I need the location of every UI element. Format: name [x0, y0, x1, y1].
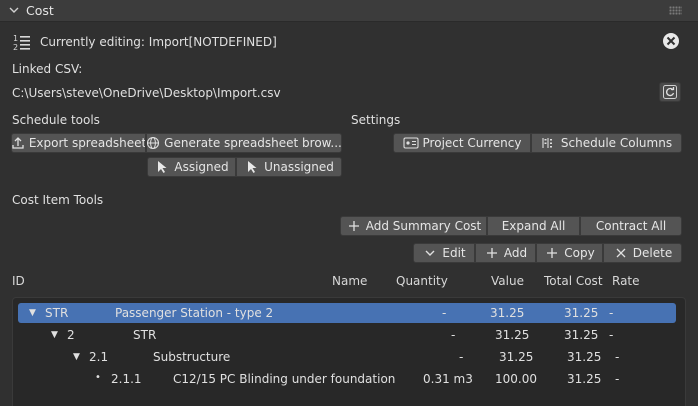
add-label: Add [503, 246, 528, 260]
svg-text:1: 1 [13, 34, 18, 43]
expand-arrow-icon[interactable]: ▼ [73, 352, 80, 362]
leaf-bullet-icon: • [95, 372, 101, 383]
row-value: 31.25 [490, 306, 525, 320]
cursor-icon [154, 160, 170, 174]
row-value: 100.00 [495, 372, 537, 386]
panel-header[interactable]: Cost [0, 0, 698, 22]
add-button[interactable]: Add [475, 243, 536, 263]
column-header-name: Name [332, 274, 368, 288]
row-id: 2.1 [89, 350, 109, 364]
row-quantity: 0.31 m3 [423, 372, 473, 386]
table-row[interactable]: ▼ 2 STR - 31.25 31.25 - [18, 325, 676, 345]
table-row[interactable]: ▼ 2.1 Substructure - 31.25 31.25 - [18, 347, 676, 367]
edit-chevron-icon [422, 246, 438, 260]
row-name: C12/15 PC Blinding under foundation [173, 372, 396, 386]
delete-button[interactable]: Delete [603, 243, 682, 263]
project-currency-button[interactable]: Project Currency [393, 133, 531, 153]
x-icon [613, 246, 629, 260]
settings-label: Settings [351, 113, 401, 127]
row-id: 2 [67, 328, 75, 342]
cost-item-tools-label: Cost Item Tools [12, 193, 104, 207]
generate-spreadsheet-label: Generate spreadsheet brow... [164, 136, 342, 150]
close-icon [663, 33, 679, 49]
export-icon [12, 136, 25, 150]
edit-label: Edit [442, 246, 466, 260]
row-rate: - [615, 372, 620, 386]
globe-icon [147, 136, 160, 150]
table-row[interactable]: • 2.1.1 C12/15 PC Blinding under foundat… [18, 369, 676, 389]
currency-icon [402, 136, 419, 150]
unassigned-label: Unassigned [264, 160, 334, 174]
currently-editing-label: Currently editing: Import[NOTDEFINED] [40, 35, 277, 49]
column-header-total-cost: Total Cost [544, 274, 603, 288]
copy-label: Copy [564, 246, 595, 260]
close-editing-button[interactable] [660, 31, 682, 51]
edit-button[interactable]: Edit [413, 243, 475, 263]
row-rate: - [609, 328, 614, 342]
unassigned-button[interactable]: Unassigned [236, 157, 342, 177]
svg-text:2: 2 [13, 43, 18, 51]
drag-grip-icon[interactable] [669, 6, 682, 15]
row-name: Passenger Station - type 2 [115, 306, 274, 320]
row-name: STR [133, 328, 157, 342]
delete-label: Delete [632, 246, 673, 260]
assigned-label: Assigned [174, 160, 229, 174]
plus-icon [544, 246, 560, 260]
row-value: 31.25 [495, 328, 530, 342]
chevron-down-icon [9, 7, 19, 13]
add-summary-cost-button[interactable]: Add Summary Cost [340, 216, 487, 236]
expand-arrow-icon[interactable]: ▼ [29, 308, 36, 318]
copy-button[interactable]: Copy [536, 243, 603, 263]
schedule-columns-button[interactable]: Schedule Columns [531, 133, 682, 153]
expand-all-label: Expand All [501, 219, 566, 233]
schedule-columns-label: Schedule Columns [560, 136, 673, 150]
row-rate: - [615, 350, 620, 364]
row-total-cost: 31.25 [567, 372, 602, 386]
cursor-icon [244, 160, 260, 174]
panel-title: Cost [26, 3, 54, 18]
row-id: 2.1.1 [111, 372, 142, 386]
row-quantity: - [442, 306, 447, 320]
plus-icon [484, 246, 500, 260]
column-header-quantity: Quantity [396, 274, 448, 288]
export-spreadsheet-button[interactable]: Export spreadsheet [11, 133, 146, 153]
expand-all-button[interactable]: Expand All [487, 216, 580, 236]
contract-all-button[interactable]: Contract All [580, 216, 682, 236]
add-summary-cost-label: Add Summary Cost [365, 219, 482, 233]
row-id: STR [45, 306, 69, 320]
column-header-rate: Rate [612, 274, 640, 288]
assigned-button[interactable]: Assigned [147, 157, 236, 177]
cost-items-list[interactable]: ▼ STR Passenger Station - type 2 - 31.25… [12, 297, 686, 406]
row-total-cost: 31.25 [567, 350, 602, 364]
export-spreadsheet-label: Export spreadsheet [28, 136, 146, 150]
linked-csv-path: C:\Users\steve\OneDrive\Desktop\Import.c… [12, 86, 281, 100]
list-numbered-icon: 1 2 [13, 34, 30, 51]
row-quantity: - [451, 328, 456, 342]
row-total-cost: 31.25 [564, 306, 599, 320]
refresh-icon [663, 85, 677, 99]
row-value: 31.25 [499, 350, 534, 364]
plus-icon [346, 219, 362, 233]
row-rate: - [609, 306, 614, 320]
schedule-tools-label: Schedule tools [12, 113, 100, 127]
generate-spreadsheet-button[interactable]: Generate spreadsheet brow... [146, 133, 342, 153]
row-name: Substructure [153, 350, 231, 364]
row-quantity: - [459, 350, 464, 364]
expand-arrow-icon[interactable]: ▼ [51, 330, 58, 340]
table-row[interactable]: ▼ STR Passenger Station - type 2 - 31.25… [18, 303, 676, 323]
linked-csv-label: Linked CSV: [12, 62, 83, 76]
columns-icon [541, 136, 557, 150]
refresh-csv-button[interactable] [659, 82, 681, 102]
column-header-value: Value [491, 274, 524, 288]
column-header-id: ID [12, 274, 25, 288]
contract-all-label: Contract All [595, 219, 667, 233]
row-total-cost: 31.25 [564, 328, 599, 342]
project-currency-label: Project Currency [422, 136, 522, 150]
